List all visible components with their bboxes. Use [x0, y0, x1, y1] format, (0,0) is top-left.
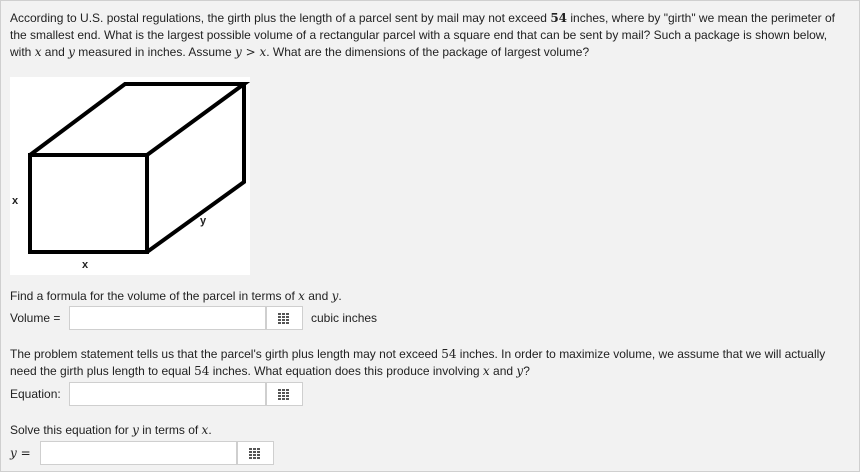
y-expression-input[interactable] — [40, 441, 237, 465]
intro-text-4: measured in inches. Assume — [74, 45, 236, 59]
volume-label: Volume = — [10, 311, 61, 325]
parcel-figure: x x y — [10, 77, 250, 275]
inequality: y > x — [235, 45, 267, 59]
q1-prompt-and: and — [304, 289, 332, 303]
q2-end: ? — [523, 364, 530, 378]
equation-editor-button[interactable] — [266, 382, 303, 406]
q2-and: and — [489, 364, 517, 378]
grid-icon — [278, 389, 292, 401]
label-x-side: x — [12, 195, 19, 207]
problem-statement: According to U.S. postal regulations, th… — [10, 10, 848, 61]
intro-text-5: . What are the dimensions of the package… — [266, 45, 590, 59]
equation-label: Equation: — [10, 387, 61, 401]
q2-prompt: The problem statement tells us that the … — [10, 346, 848, 380]
q2-text-1: The problem statement tells us that the … — [10, 347, 442, 361]
q3-prompt-mid: in terms of — [138, 423, 202, 437]
q2-number-54-b: 54 — [194, 364, 210, 378]
var-y: y — [132, 423, 139, 437]
grid-icon — [278, 313, 292, 325]
parcel-box-drawing — [28, 82, 250, 254]
var-y: y — [68, 45, 75, 59]
side-face — [145, 84, 246, 254]
var-x: x — [298, 289, 305, 303]
q3-prompt-end: . — [208, 423, 212, 437]
y-equals-label: y = — [10, 446, 31, 460]
q3-prompt: Solve this equation for y in terms of x. — [10, 423, 212, 437]
label-y: y — [200, 215, 207, 227]
intro-text-1: According to U.S. postal regulations, th… — [10, 11, 551, 25]
y-equation-editor-button[interactable] — [237, 441, 274, 465]
volume-unit: cubic inches — [311, 311, 378, 325]
q2-number-54: 54 — [441, 347, 457, 361]
q3-prompt-text: Solve this equation for — [10, 423, 133, 437]
q1-prompt: Find a formula for the volume of the par… — [10, 289, 342, 303]
q1-prompt-text: Find a formula for the volume of the par… — [10, 289, 299, 303]
volume-input[interactable] — [69, 306, 266, 330]
label-x-bottom: x — [82, 259, 89, 271]
intro-number-54: 54 — [550, 11, 568, 25]
q2-text-3: inches. What equation does this produce … — [209, 364, 483, 378]
top-face — [28, 82, 250, 157]
intro-text-3: and — [41, 45, 69, 59]
grid-icon — [249, 448, 263, 460]
front-face — [28, 153, 149, 254]
volume-equation-editor-button[interactable] — [266, 306, 303, 330]
var-x: x — [482, 364, 490, 378]
equation-input[interactable] — [69, 382, 266, 406]
q1-prompt-end: . — [338, 289, 342, 303]
